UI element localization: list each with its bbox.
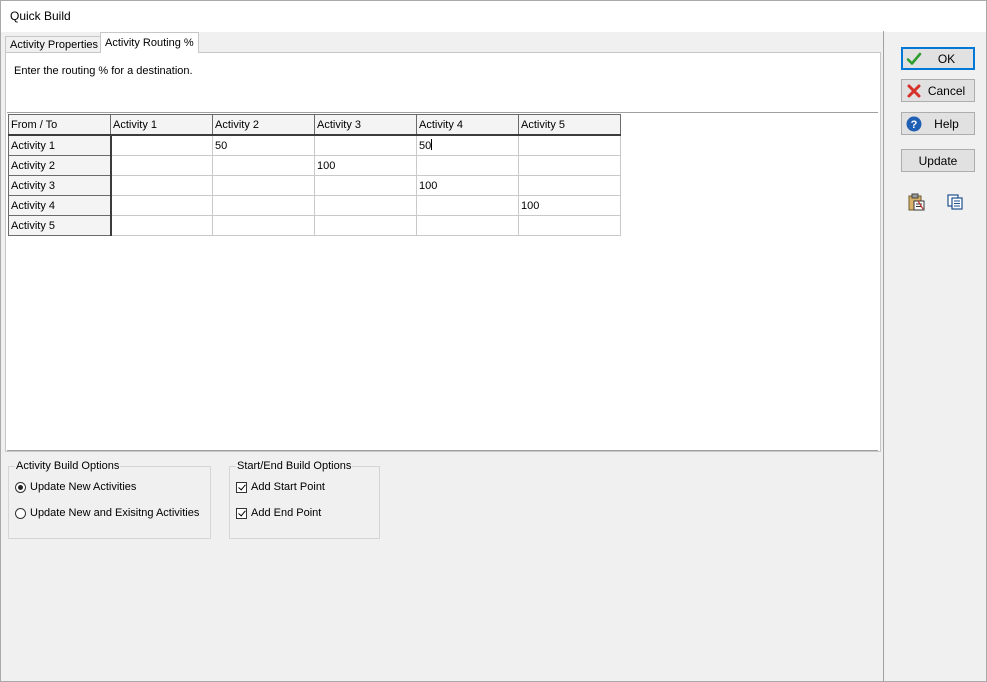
update-new-activities-radio[interactable]: Update New Activities (15, 481, 136, 493)
cancel-button[interactable]: Cancel (901, 79, 975, 102)
red-x-icon (905, 82, 923, 100)
grid-cell-editing[interactable]: 50 (416, 134, 519, 156)
tab-activity-properties[interactable]: Activity Properties (5, 36, 104, 53)
start-end-build-options-title: Start/End Build Options (236, 460, 353, 472)
grid-row: Activity 2 100 (8, 155, 621, 176)
grid-cell[interactable] (416, 195, 519, 216)
grid-cell[interactable] (314, 215, 417, 236)
checkbox-checked-icon[interactable] (236, 507, 247, 519)
text-caret (431, 139, 433, 150)
checkmark-icon (905, 50, 923, 68)
radio-selected-icon[interactable] (15, 481, 26, 493)
grid-cell-value: 50 (419, 140, 432, 152)
row-header[interactable]: Activity 4 (8, 195, 112, 216)
row-header[interactable]: Activity 2 (8, 155, 112, 176)
grid-cell[interactable] (212, 215, 315, 236)
grid-cell[interactable] (212, 175, 315, 196)
grid-cell[interactable] (212, 195, 315, 216)
grid-cell[interactable] (110, 195, 213, 216)
grid-cell[interactable]: 100 (518, 195, 621, 216)
grid-row: Activity 1 50 50 (8, 134, 621, 156)
column-header[interactable]: Activity 5 (518, 114, 621, 136)
copy-icon[interactable] (945, 192, 965, 212)
ok-label: OK (937, 51, 956, 66)
grid-cell[interactable] (110, 134, 213, 156)
grid-cell[interactable]: 50 (212, 134, 315, 156)
grid-row: Activity 4 100 (8, 195, 621, 216)
grid-cell[interactable] (416, 155, 519, 176)
grid-cell[interactable] (110, 155, 213, 176)
radio-label: Update New Activities (30, 481, 137, 493)
start-end-build-options-group: Start/End Build Options Add Start Point … (229, 460, 380, 539)
grid-cell[interactable] (518, 215, 621, 236)
grid-cell[interactable] (314, 195, 417, 216)
clipboard-paste-icon[interactable] (906, 192, 926, 212)
grid-cell[interactable]: 100 (416, 175, 519, 196)
row-header[interactable]: Activity 5 (8, 215, 112, 236)
grid-row: Activity 5 (8, 215, 621, 236)
grid-cell[interactable] (110, 175, 213, 196)
title-bar: Quick Build (0, 0, 987, 32)
checkbox-label: Add Start Point (251, 481, 325, 493)
add-start-point-checkbox[interactable]: Add Start Point (236, 481, 325, 493)
routing-panel: Enter the routing % for a destination. F… (5, 52, 881, 452)
side-panel-divider (883, 31, 884, 681)
checkbox-checked-icon[interactable] (236, 481, 247, 493)
grid-cell[interactable] (518, 155, 621, 176)
grid-cell[interactable] (416, 215, 519, 236)
grid-cell[interactable] (518, 175, 621, 196)
row-header[interactable]: Activity 1 (8, 134, 112, 156)
update-label: Update (918, 153, 958, 168)
add-end-point-checkbox[interactable]: Add End Point (236, 507, 321, 519)
grid-cell[interactable]: 100 (314, 155, 417, 176)
column-header[interactable]: Activity 3 (314, 114, 417, 136)
activity-build-options-title: Activity Build Options (15, 460, 121, 472)
radio-unselected-icon[interactable] (15, 507, 26, 519)
help-button[interactable]: ? Help (901, 112, 975, 135)
routing-grid: From / To Activity 1 Activity 2 Activity… (8, 114, 621, 236)
radio-label: Update New and Exisitng Activities (30, 507, 200, 519)
grid-cell[interactable] (212, 155, 315, 176)
row-header[interactable]: Activity 3 (8, 175, 112, 196)
update-button[interactable]: Update (901, 149, 975, 172)
routing-grid-area: From / To Activity 1 Activity 2 Activity… (7, 112, 878, 451)
update-new-and-existing-radio[interactable]: Update New and Exisitng Activities (15, 507, 199, 519)
checkbox-label: Add End Point (251, 507, 322, 519)
window-title: Quick Build (10, 9, 71, 23)
question-icon: ? (905, 115, 923, 133)
svg-text:?: ? (911, 119, 918, 131)
column-header[interactable]: Activity 1 (110, 114, 213, 136)
grid-row: Activity 3 100 (8, 175, 621, 196)
grid-cell[interactable] (314, 134, 417, 156)
grid-corner-header: From / To (8, 114, 111, 136)
activity-build-options-group: Activity Build Options Update New Activi… (8, 460, 211, 539)
grid-cell[interactable] (314, 175, 417, 196)
tab-activity-routing[interactable]: Activity Routing % (100, 32, 199, 53)
grid-cell[interactable] (518, 134, 621, 156)
grid-cell[interactable] (110, 215, 213, 236)
instruction-text: Enter the routing % for a destination. (14, 65, 193, 77)
ok-button[interactable]: OK (901, 47, 975, 70)
help-label: Help (934, 116, 959, 131)
column-header[interactable]: Activity 4 (416, 114, 519, 136)
column-header[interactable]: Activity 2 (212, 114, 315, 136)
cancel-label: Cancel (927, 83, 966, 98)
